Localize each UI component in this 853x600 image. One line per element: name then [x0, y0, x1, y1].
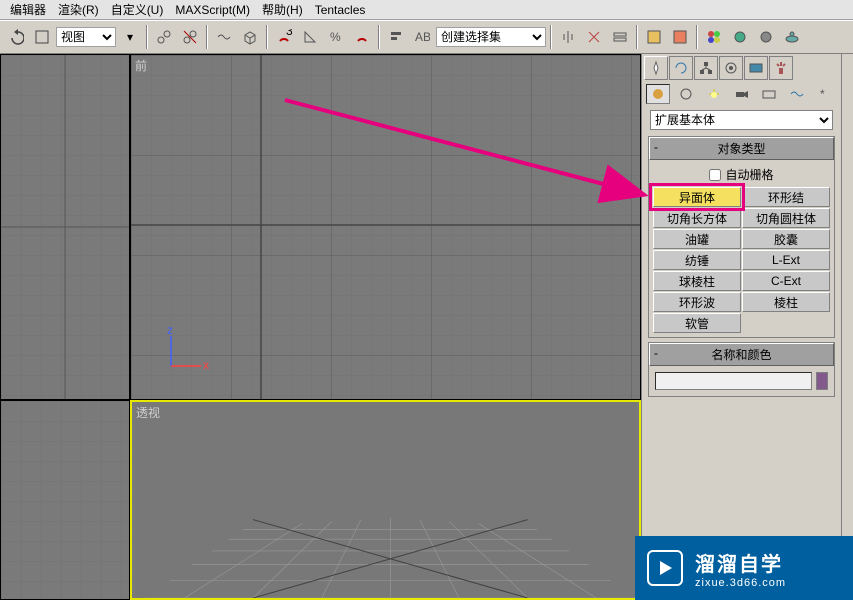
- watermark-sub: zixue.3d66.com: [695, 577, 786, 589]
- undo-button[interactable]: [4, 25, 28, 49]
- watermark: 溜溜自学 zixue.3d66.com: [635, 536, 853, 600]
- viewport-label-front: 前: [135, 57, 147, 74]
- spacewarps-subtab[interactable]: [785, 84, 809, 104]
- cext-button[interactable]: C-Ext: [742, 271, 830, 291]
- svg-text:ABC: ABC: [415, 30, 430, 44]
- geometry-subtab[interactable]: [646, 84, 670, 104]
- main-toolbar: 视图 ▾ 3 % ABC 创建选择集: [0, 20, 853, 54]
- create-subcategories: *: [642, 82, 841, 106]
- systems-subtab[interactable]: *: [813, 84, 837, 104]
- selection-set-dropdown[interactable]: 创建选择集: [436, 27, 546, 47]
- command-panel-tabs: [642, 54, 841, 82]
- viewport-label-perspective: 透视: [136, 404, 160, 421]
- object-type-grid: 异面体 环形结 切角长方体 切角圆柱体 油罐 胶囊 纺锤 L-Ext 球棱柱 C…: [653, 187, 830, 333]
- svg-text:z: z: [167, 326, 173, 337]
- category-dropdown[interactable]: 扩展基本体: [650, 110, 833, 130]
- align-tool-button[interactable]: [582, 25, 606, 49]
- material-editor-button[interactable]: [702, 25, 726, 49]
- percent-snap-toggle[interactable]: %: [324, 25, 348, 49]
- object-color-swatch[interactable]: [816, 372, 828, 390]
- named-sel-icon[interactable]: ABC: [410, 25, 434, 49]
- svg-text:*: *: [820, 87, 825, 101]
- viewport-front[interactable]: 前 z x: [130, 54, 641, 400]
- mirror-button[interactable]: [556, 25, 580, 49]
- view-dropdown[interactable]: 视图: [56, 27, 116, 47]
- hedra-button[interactable]: 异面体: [653, 187, 741, 207]
- schematic-view-button[interactable]: [668, 25, 692, 49]
- menu-tentacles[interactable]: Tentacles: [309, 1, 372, 19]
- object-type-rollout: - 对象类型 自动栅格 异面体 环形结 切角长方体 切角圆柱体 油罐 胶囊 纺锤…: [648, 136, 835, 338]
- link-button[interactable]: [152, 25, 176, 49]
- lext-button[interactable]: L-Ext: [742, 250, 830, 270]
- quick-render-button[interactable]: [780, 25, 804, 49]
- chamfercyl-button[interactable]: 切角圆柱体: [742, 208, 830, 228]
- svg-text:x: x: [203, 358, 209, 372]
- oiltank-button[interactable]: 油罐: [653, 229, 741, 249]
- play-icon: [647, 550, 683, 586]
- chamferbox-button[interactable]: 切角长方体: [653, 208, 741, 228]
- motion-tab[interactable]: [719, 56, 743, 80]
- torusknot-button[interactable]: 环形结: [742, 187, 830, 207]
- object-type-header[interactable]: - 对象类型: [649, 137, 834, 160]
- autogrid-row: 自动栅格: [653, 164, 830, 187]
- box-icon[interactable]: [238, 25, 262, 49]
- viewport-perspective[interactable]: 透视: [130, 400, 641, 600]
- viewport-bottom-left[interactable]: [0, 400, 130, 600]
- command-panel: * 扩展基本体 - 对象类型 自动栅格 异面体 环形结 切角长方体 切角圆柱体: [641, 54, 841, 600]
- prism-button[interactable]: 棱柱: [742, 292, 830, 312]
- ringwave-button[interactable]: 环形波: [653, 292, 741, 312]
- layer-manager-button[interactable]: [608, 25, 632, 49]
- hierarchy-tab[interactable]: [694, 56, 718, 80]
- viewport-top-left[interactable]: [0, 54, 130, 400]
- menu-editor[interactable]: 编辑器: [4, 0, 52, 20]
- unlink-button[interactable]: [178, 25, 202, 49]
- autogrid-checkbox[interactable]: [709, 169, 721, 181]
- capsule-button[interactable]: 胶囊: [742, 229, 830, 249]
- collapse-icon: -: [654, 346, 658, 360]
- name-color-header[interactable]: - 名称和颜色: [649, 343, 834, 366]
- autogrid-label: 自动栅格: [725, 166, 773, 183]
- menu-help[interactable]: 帮助(H): [256, 0, 309, 20]
- angle-snap-toggle[interactable]: [298, 25, 322, 49]
- name-color-rollout: - 名称和颜色: [648, 342, 835, 397]
- spindle-button[interactable]: 纺锤: [653, 250, 741, 270]
- object-name-input[interactable]: [655, 372, 812, 390]
- viewport-container: 前 z x: [0, 54, 641, 600]
- axis-gizmo: z x: [161, 326, 211, 379]
- modify-tab[interactable]: [669, 56, 693, 80]
- category-dropdown-wrap: 扩展基本体: [650, 110, 833, 130]
- main-area: 前 z x: [0, 54, 853, 600]
- snap-toggle[interactable]: 3: [272, 25, 296, 49]
- svg-text:%: %: [330, 30, 341, 44]
- menu-customize[interactable]: 自定义(U): [105, 0, 170, 20]
- create-tab[interactable]: [644, 56, 668, 80]
- curve-editor-button[interactable]: [642, 25, 666, 49]
- hose-button[interactable]: 软管: [653, 313, 741, 333]
- spinner-snap-toggle[interactable]: [350, 25, 374, 49]
- display-tab[interactable]: [744, 56, 768, 80]
- right-edge-panel: [841, 54, 853, 600]
- svg-text:3: 3: [286, 29, 292, 38]
- render-setup-button[interactable]: [728, 25, 752, 49]
- utilities-tab[interactable]: [769, 56, 793, 80]
- menu-maxscript[interactable]: MAXScript(M): [169, 1, 256, 19]
- watermark-title: 溜溜自学: [695, 548, 786, 577]
- bind-spacewarp-button[interactable]: [212, 25, 236, 49]
- redo-button[interactable]: [30, 25, 54, 49]
- lights-subtab[interactable]: [702, 84, 726, 104]
- shapes-subtab[interactable]: [674, 84, 698, 104]
- menu-bar: 编辑器 渲染(R) 自定义(U) MAXScript(M) 帮助(H) Tent…: [0, 0, 853, 20]
- render-frame-button[interactable]: [754, 25, 778, 49]
- menu-render[interactable]: 渲染(R): [52, 0, 105, 20]
- helpers-subtab[interactable]: [757, 84, 781, 104]
- gengon-button[interactable]: 球棱柱: [653, 271, 741, 291]
- collapse-icon: -: [654, 140, 658, 154]
- align-button[interactable]: [384, 25, 408, 49]
- cameras-subtab[interactable]: [730, 84, 754, 104]
- flyout-icon[interactable]: ▾: [118, 25, 142, 49]
